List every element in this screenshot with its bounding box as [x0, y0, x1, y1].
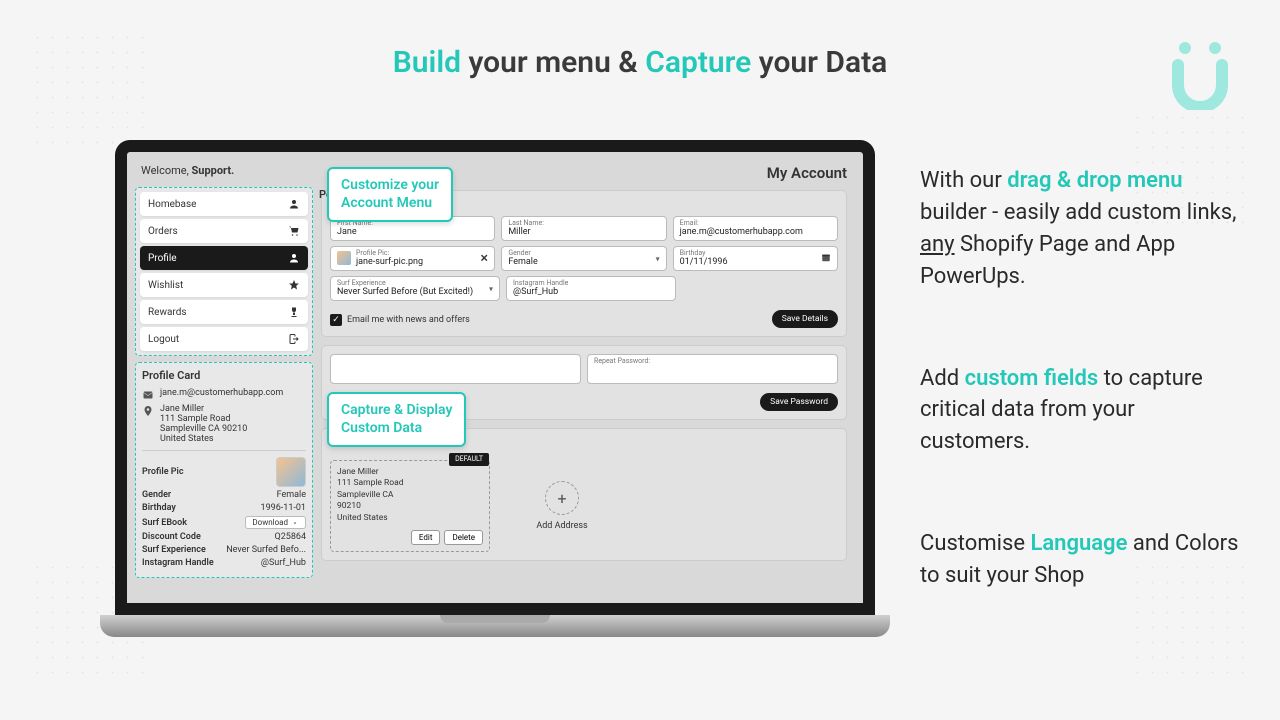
menu-homebase[interactable]: Homebase — [140, 192, 308, 216]
addresses-section: Saved Addresses DEFAULT Jane Miller111 S… — [321, 428, 847, 561]
download-button[interactable]: Download — [245, 516, 306, 529]
instagram-field[interactable]: Instagram Handle@Surf_Hub — [506, 276, 676, 301]
profile-card: Profile Card jane.m@customerhubapp.com J… — [135, 362, 313, 578]
callout-menu: Customize your Account Menu — [327, 167, 453, 222]
save-password-button[interactable]: Save Password — [760, 393, 838, 411]
delete-address-button[interactable]: Delete — [444, 530, 483, 545]
menu-rewards[interactable]: Rewards — [140, 300, 308, 324]
marketing-copy: With our drag & drop menu builder - easi… — [920, 165, 1250, 662]
password-field[interactable] — [330, 354, 581, 384]
mail-icon — [142, 389, 154, 401]
last-name-field[interactable]: Last Name:Miller — [501, 216, 666, 241]
callout-custom-data: Capture & Display Custom Data — [327, 392, 466, 447]
calendar-icon — [821, 252, 831, 265]
headline: Build your menu & Capture your Data — [0, 0, 1280, 100]
birthday-field[interactable]: Birthday01/11/1996 — [673, 246, 838, 271]
brand-logo — [1170, 40, 1230, 110]
add-address-button[interactable]: + Add Address — [502, 460, 622, 552]
edit-address-button[interactable]: Edit — [411, 530, 441, 545]
newsletter-checkbox[interactable]: ✓ — [330, 314, 342, 326]
menu-orders[interactable]: Orders — [140, 219, 308, 243]
logout-icon — [288, 333, 300, 345]
repeat-password-field[interactable]: Repeat Password: — [587, 354, 838, 384]
address-card: DEFAULT Jane Miller111 Sample RoadSample… — [330, 460, 490, 552]
menu-logout[interactable]: Logout — [140, 327, 308, 351]
pic-thumb-icon — [337, 251, 351, 265]
surf-experience-select[interactable]: Surf ExperienceNever Surfed Before (But … — [330, 276, 500, 301]
email-field[interactable]: Email:jane.m@customerhubapp.com — [673, 216, 838, 241]
profile-thumb — [276, 457, 306, 487]
user-icon — [288, 198, 300, 210]
profile-icon — [288, 252, 300, 264]
pin-icon — [142, 405, 154, 417]
default-badge: DEFAULT — [449, 453, 489, 466]
menu-profile[interactable]: Profile — [140, 246, 308, 270]
gender-select[interactable]: GenderFemale — [501, 246, 666, 271]
plus-icon: + — [545, 481, 579, 515]
clear-icon[interactable]: ✕ — [480, 253, 488, 264]
welcome-text: Welcome, Support. — [135, 160, 313, 181]
profile-pic-field[interactable]: Profile Pic:jane-surf-pic.png✕ — [330, 246, 495, 271]
account-menu: Homebase Orders Profile Wishlist Rewards… — [135, 187, 313, 356]
page-title: My Account — [767, 164, 847, 182]
profile-card-title: Profile Card — [142, 369, 306, 382]
star-icon — [288, 279, 300, 291]
save-details-button[interactable]: Save Details — [772, 310, 838, 328]
trophy-icon — [288, 306, 300, 318]
menu-wishlist[interactable]: Wishlist — [140, 273, 308, 297]
cart-icon — [288, 225, 300, 237]
